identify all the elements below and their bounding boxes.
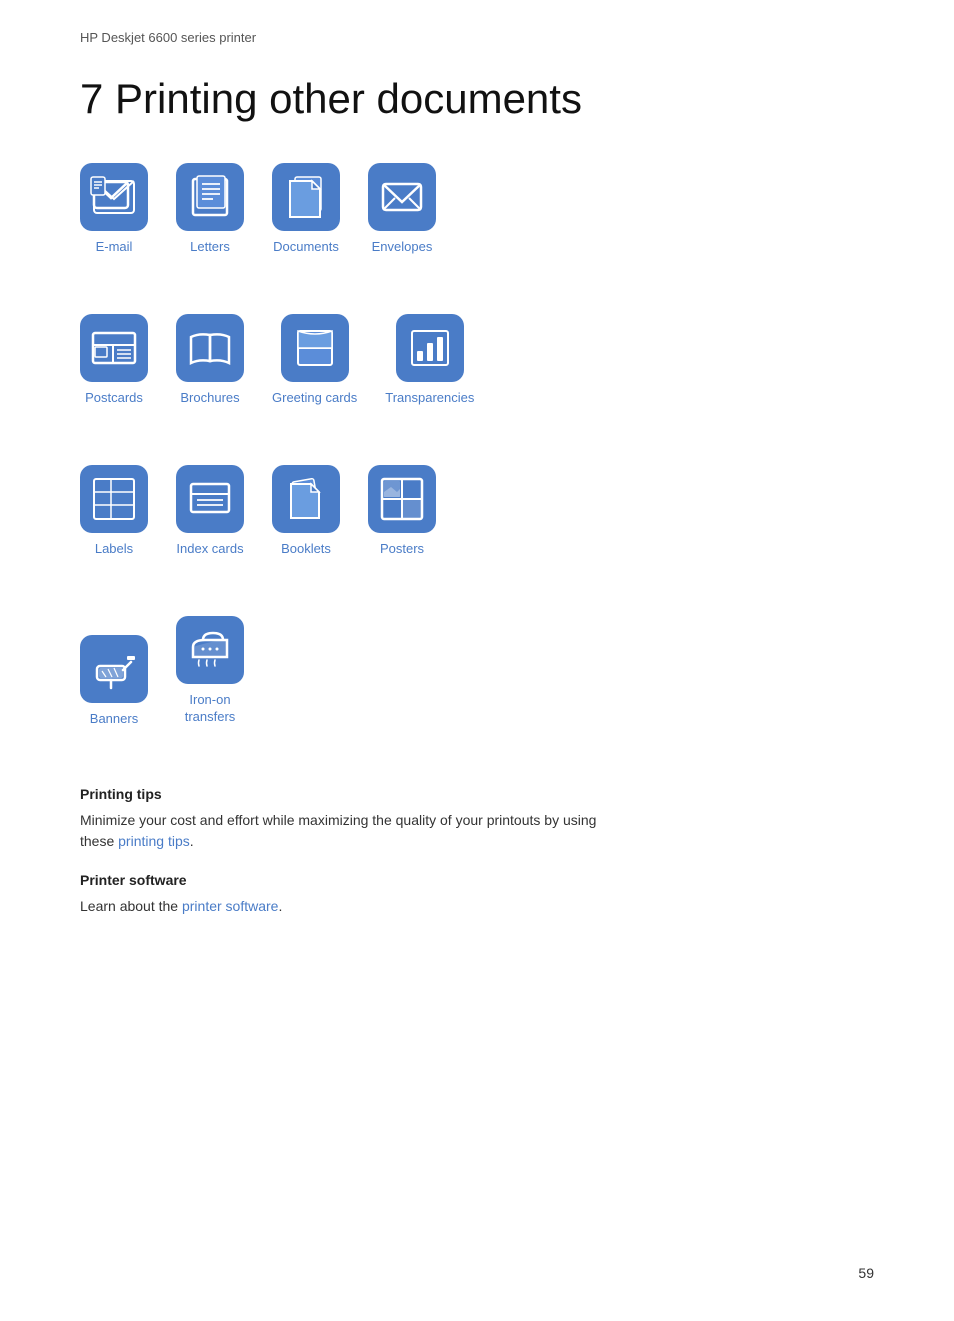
postcards-icon <box>80 314 148 382</box>
greeting-cards-icon <box>281 314 349 382</box>
letters-label: Letters <box>190 239 230 254</box>
icon-item-transparencies[interactable]: Transparencies <box>385 314 474 405</box>
posters-icon <box>368 465 436 533</box>
icon-item-booklets[interactable]: Booklets <box>272 465 340 556</box>
icon-row-3: Labels Index cards Booklets <box>80 465 874 586</box>
ironon-icon <box>176 616 244 684</box>
printer-software-link[interactable]: printer software <box>182 898 278 914</box>
page-number: 59 <box>858 1265 874 1281</box>
icon-item-postcards[interactable]: Postcards <box>80 314 148 405</box>
icon-item-posters[interactable]: Posters <box>368 465 436 556</box>
icon-item-letters[interactable]: Letters <box>176 163 244 254</box>
index-cards-icon <box>176 465 244 533</box>
icon-item-ironon[interactable]: Iron-ontransfers <box>176 616 244 726</box>
icon-row-1: E-mail Letters <box>80 163 874 284</box>
envelopes-label: Envelopes <box>372 239 433 254</box>
banners-icon <box>80 635 148 703</box>
brochures-icon <box>176 314 244 382</box>
labels-label: Labels <box>95 541 133 556</box>
transparencies-icon <box>396 314 464 382</box>
transparencies-label: Transparencies <box>385 390 474 405</box>
booklets-icon <box>272 465 340 533</box>
icon-row-4: Banners Iron-ontransfers <box>80 616 874 756</box>
page-title: 7 Printing other documents <box>80 75 874 123</box>
index-cards-label: Index cards <box>176 541 243 556</box>
booklets-label: Booklets <box>281 541 331 556</box>
breadcrumb: HP Deskjet 6600 series printer <box>80 30 874 45</box>
printing-tips-text: Minimize your cost and effort while maxi… <box>80 810 874 852</box>
printing-tips-link[interactable]: printing tips <box>118 833 190 849</box>
documents-label: Documents <box>273 239 339 254</box>
tips-section: Printing tips Minimize your cost and eff… <box>80 786 874 917</box>
printer-software-heading: Printer software <box>80 872 874 888</box>
icon-item-banners[interactable]: Banners <box>80 635 148 726</box>
labels-icon <box>80 465 148 533</box>
icon-item-index-cards[interactable]: Index cards <box>176 465 244 556</box>
envelopes-icon <box>368 163 436 231</box>
postcards-label: Postcards <box>85 390 143 405</box>
email-icon <box>80 163 148 231</box>
greeting-cards-label: Greeting cards <box>272 390 357 405</box>
ironon-label: Iron-ontransfers <box>185 692 236 726</box>
posters-label: Posters <box>380 541 424 556</box>
letters-icon <box>176 163 244 231</box>
icon-item-greeting-cards[interactable]: Greeting cards <box>272 314 357 405</box>
icon-item-envelopes[interactable]: Envelopes <box>368 163 436 254</box>
printing-tips-heading: Printing tips <box>80 786 874 802</box>
icon-item-email[interactable]: E-mail <box>80 163 148 254</box>
brochures-label: Brochures <box>180 390 239 405</box>
icon-row-2: Postcards Brochures Greeting cards <box>80 314 874 435</box>
printer-software-text: Learn about the printer software. <box>80 896 874 917</box>
icon-item-brochures[interactable]: Brochures <box>176 314 244 405</box>
banners-label: Banners <box>90 711 138 726</box>
icon-item-labels[interactable]: Labels <box>80 465 148 556</box>
documents-icon <box>272 163 340 231</box>
email-label: E-mail <box>96 239 133 254</box>
icon-item-documents[interactable]: Documents <box>272 163 340 254</box>
